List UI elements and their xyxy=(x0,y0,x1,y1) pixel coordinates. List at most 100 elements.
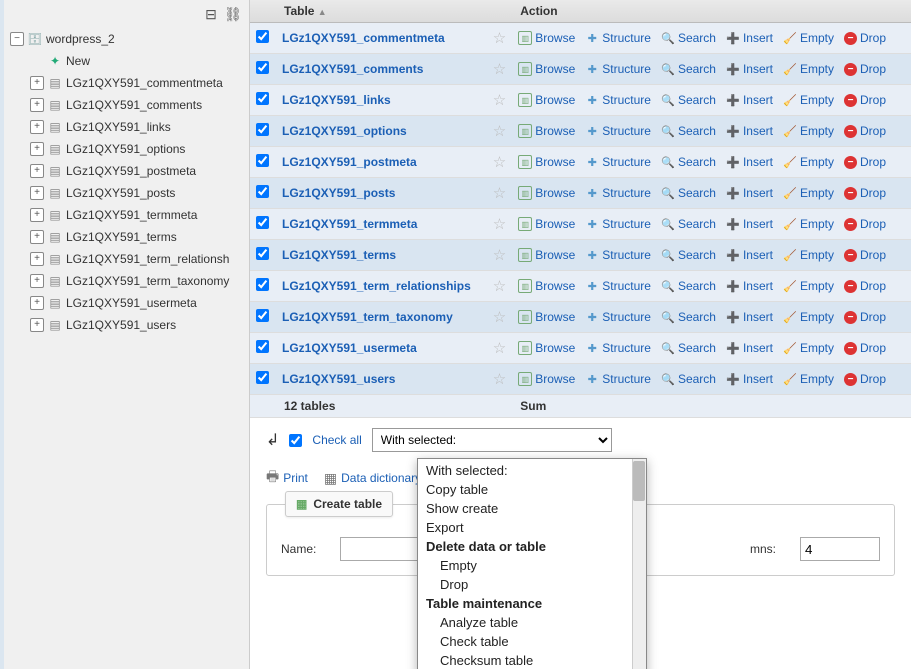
search-link[interactable]: 🔍Search xyxy=(661,217,716,231)
drop-link[interactable]: −Drop xyxy=(844,279,886,293)
favorite-star-icon[interactable]: ☆ xyxy=(493,30,506,47)
favorite-star-icon[interactable]: ☆ xyxy=(493,61,506,78)
expand-toggle-icon[interactable]: + xyxy=(30,318,44,332)
print-link[interactable]: 🖶 Print xyxy=(266,466,308,490)
table-name-link[interactable]: LGz1QXY591_term_relationships xyxy=(282,279,471,293)
expand-toggle-icon[interactable]: + xyxy=(30,98,44,112)
browse-link[interactable]: ▥Browse xyxy=(518,217,575,231)
structure-link[interactable]: ✚Structure xyxy=(585,124,651,138)
table-name-link[interactable]: LGz1QXY591_comments xyxy=(282,62,423,76)
table-columns-icon[interactable]: ▤ xyxy=(47,230,63,244)
table-columns-icon[interactable]: ▤ xyxy=(47,164,63,178)
new-label[interactable]: New xyxy=(66,54,90,68)
collapse-all-icon[interactable]: ⊟ xyxy=(203,6,219,22)
row-checkbox[interactable] xyxy=(256,340,269,353)
favorite-star-icon[interactable]: ☆ xyxy=(493,123,506,140)
drop-link[interactable]: −Drop xyxy=(844,62,886,76)
drop-link[interactable]: −Drop xyxy=(844,155,886,169)
structure-link[interactable]: ✚Structure xyxy=(585,217,651,231)
expand-toggle-icon[interactable]: + xyxy=(30,76,44,90)
tree-table-node[interactable]: +▤LGz1QXY591_comments xyxy=(30,94,249,116)
empty-link[interactable]: 🧹Empty xyxy=(783,186,834,200)
browse-link[interactable]: ▥Browse xyxy=(518,31,575,45)
table-columns-icon[interactable]: ▤ xyxy=(47,318,63,332)
table-columns-icon[interactable]: ▤ xyxy=(47,98,63,112)
tree-table-node[interactable]: +▤LGz1QXY591_usermeta xyxy=(30,292,249,314)
empty-link[interactable]: 🧹Empty xyxy=(783,62,834,76)
dropdown-option[interactable]: Check table xyxy=(418,632,646,651)
create-columns-input[interactable] xyxy=(800,537,880,561)
database-label[interactable]: wordpress_2 xyxy=(46,32,115,46)
search-link[interactable]: 🔍Search xyxy=(661,124,716,138)
expand-toggle-icon[interactable]: + xyxy=(30,296,44,310)
expand-toggle-icon[interactable]: + xyxy=(30,120,44,134)
check-all-link[interactable]: Check all xyxy=(312,433,361,447)
browse-link[interactable]: ▥Browse xyxy=(518,372,575,386)
search-link[interactable]: 🔍Search xyxy=(661,186,716,200)
empty-link[interactable]: 🧹Empty xyxy=(783,372,834,386)
tree-table-label[interactable]: LGz1QXY591_usermeta xyxy=(66,296,197,310)
tree-table-node[interactable]: +▤LGz1QXY591_links xyxy=(30,116,249,138)
drop-link[interactable]: −Drop xyxy=(844,186,886,200)
column-header-table[interactable]: Table ▲ xyxy=(276,0,487,23)
structure-link[interactable]: ✚Structure xyxy=(585,372,651,386)
browse-link[interactable]: ▥Browse xyxy=(518,124,575,138)
favorite-star-icon[interactable]: ☆ xyxy=(493,309,506,326)
drop-link[interactable]: −Drop xyxy=(844,217,886,231)
dropdown-option[interactable]: Checksum table xyxy=(418,651,646,669)
tree-table-label[interactable]: LGz1QXY591_links xyxy=(66,120,171,134)
browse-link[interactable]: ▥Browse xyxy=(518,279,575,293)
table-columns-icon[interactable]: ▤ xyxy=(47,76,63,90)
link-icon[interactable]: ⛓ xyxy=(225,6,241,22)
favorite-star-icon[interactable]: ☆ xyxy=(493,340,506,357)
tree-table-label[interactable]: LGz1QXY591_term_relationsh xyxy=(66,252,229,266)
empty-link[interactable]: 🧹Empty xyxy=(783,93,834,107)
tree-table-node[interactable]: +▤LGz1QXY591_posts xyxy=(30,182,249,204)
dropdown-option[interactable]: With selected: xyxy=(418,461,646,480)
row-checkbox[interactable] xyxy=(256,61,269,74)
data-dictionary-link[interactable]: ▦ Data dictionary xyxy=(324,470,421,487)
create-table-header[interactable]: ▦ Create table xyxy=(285,491,393,517)
browse-link[interactable]: ▥Browse xyxy=(518,310,575,324)
row-checkbox[interactable] xyxy=(256,185,269,198)
dropdown-option[interactable]: Empty xyxy=(418,556,646,575)
insert-link[interactable]: ➕Insert xyxy=(726,93,773,107)
expand-toggle-icon[interactable]: + xyxy=(30,142,44,156)
expand-toggle-icon[interactable]: + xyxy=(30,252,44,266)
search-link[interactable]: 🔍Search xyxy=(661,62,716,76)
structure-link[interactable]: ✚Structure xyxy=(585,155,651,169)
insert-link[interactable]: ➕Insert xyxy=(726,62,773,76)
table-columns-icon[interactable]: ▤ xyxy=(47,142,63,156)
structure-link[interactable]: ✚Structure xyxy=(585,248,651,262)
tree-table-label[interactable]: LGz1QXY591_options xyxy=(66,142,185,156)
insert-link[interactable]: ➕Insert xyxy=(726,186,773,200)
row-checkbox[interactable] xyxy=(256,247,269,260)
tree-table-node[interactable]: +▤LGz1QXY591_postmeta xyxy=(30,160,249,182)
favorite-star-icon[interactable]: ☆ xyxy=(493,278,506,295)
table-columns-icon[interactable]: ▤ xyxy=(47,186,63,200)
table-columns-icon[interactable]: ▤ xyxy=(47,208,63,222)
empty-link[interactable]: 🧹Empty xyxy=(783,217,834,231)
drop-link[interactable]: −Drop xyxy=(844,310,886,324)
drop-link[interactable]: −Drop xyxy=(844,31,886,45)
empty-link[interactable]: 🧹Empty xyxy=(783,341,834,355)
browse-link[interactable]: ▥Browse xyxy=(518,62,575,76)
expand-toggle-icon[interactable]: + xyxy=(30,164,44,178)
browse-link[interactable]: ▥Browse xyxy=(518,248,575,262)
tree-table-label[interactable]: LGz1QXY591_users xyxy=(66,318,176,332)
search-link[interactable]: 🔍Search xyxy=(661,310,716,324)
insert-link[interactable]: ➕Insert xyxy=(726,124,773,138)
row-checkbox[interactable] xyxy=(256,309,269,322)
favorite-star-icon[interactable]: ☆ xyxy=(493,371,506,388)
with-selected-dropdown[interactable]: With selected: xyxy=(372,428,612,452)
favorite-star-icon[interactable]: ☆ xyxy=(493,185,506,202)
search-link[interactable]: 🔍Search xyxy=(661,93,716,107)
row-checkbox[interactable] xyxy=(256,123,269,136)
dropdown-option[interactable]: Show create xyxy=(418,499,646,518)
tree-table-label[interactable]: LGz1QXY591_postmeta xyxy=(66,164,196,178)
favorite-star-icon[interactable]: ☆ xyxy=(493,154,506,171)
tree-table-node[interactable]: +▤LGz1QXY591_termmeta xyxy=(30,204,249,226)
tree-table-node[interactable]: +▤LGz1QXY591_term_taxonomy xyxy=(30,270,249,292)
drop-link[interactable]: −Drop xyxy=(844,372,886,386)
browse-link[interactable]: ▥Browse xyxy=(518,341,575,355)
